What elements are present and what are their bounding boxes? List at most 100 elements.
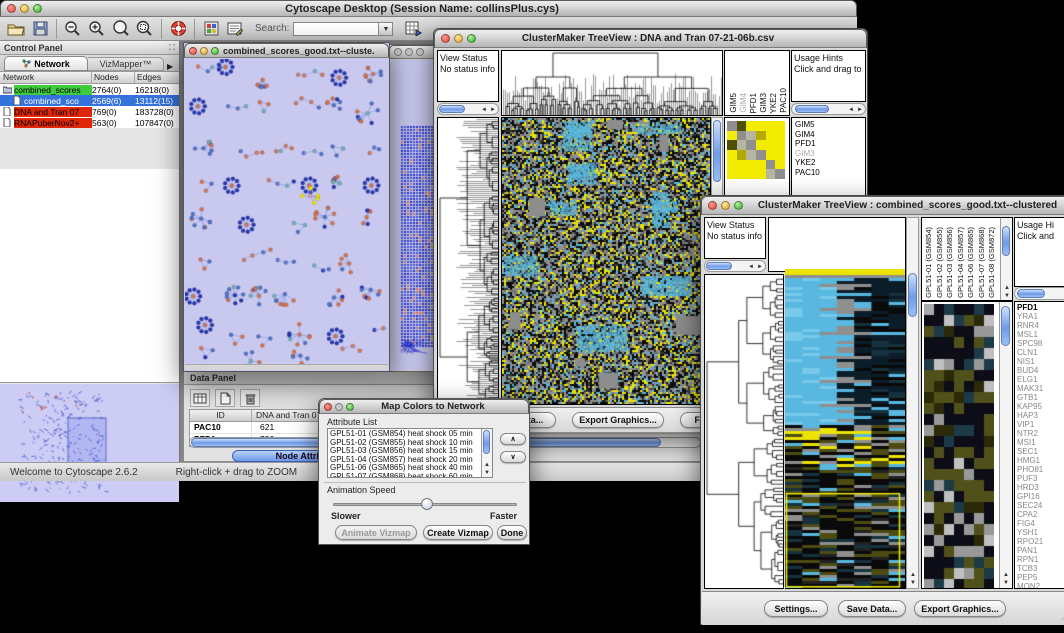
- tv2-row-dendrogram[interactable]: [704, 274, 784, 589]
- tv2-gene-label[interactable]: HAP3: [1017, 411, 1064, 420]
- tv2-gene-label[interactable]: YSH1: [1017, 528, 1064, 537]
- minimize-icon[interactable]: [405, 48, 413, 56]
- tv1-column-label[interactable]: GIM5: [729, 93, 738, 113]
- tv2-column-label[interactable]: GPL51-01 (GSM854): [924, 227, 933, 298]
- window-controls[interactable]: [1, 4, 48, 13]
- col-nodes[interactable]: Nodes: [92, 72, 135, 83]
- zoom-window-icon[interactable]: [211, 47, 219, 55]
- matrix-cell[interactable]: [775, 169, 785, 179]
- tv2-gene-label[interactable]: SEC24: [1017, 501, 1064, 510]
- attribute-list-vscrollbar[interactable]: ▲▼: [481, 429, 492, 477]
- tv1-gene-label[interactable]: GIM5: [795, 120, 862, 130]
- tv1-status-hscrollbar[interactable]: ◄►: [437, 103, 499, 115]
- matrix-cell[interactable]: [737, 150, 747, 160]
- zoom-window-icon[interactable]: [416, 48, 424, 56]
- birdseye-panel[interactable]: [0, 384, 179, 502]
- matrix-cell[interactable]: [727, 150, 737, 160]
- matrix-cell[interactable]: [766, 121, 776, 131]
- network-list-item[interactable]: combined_sco2569(6)13112(15): [0, 95, 179, 106]
- matrix-cell[interactable]: [737, 121, 747, 131]
- data-col-id[interactable]: ID: [190, 410, 252, 421]
- tv2-gene-label[interactable]: NIS1: [1017, 357, 1064, 366]
- matrix-cell[interactable]: [727, 160, 737, 170]
- matrix-cell[interactable]: [727, 121, 737, 131]
- tv1-column-label[interactable]: PAC10: [779, 88, 788, 113]
- tv1-column-label[interactable]: GIM4: [739, 93, 748, 113]
- tv2-gene-label[interactable]: HRD3: [1017, 483, 1064, 492]
- tv2-zoom-heatmap[interactable]: ▲▼: [921, 301, 1013, 589]
- attribute-table-icon[interactable]: [401, 18, 425, 40]
- tv2-gene-label[interactable]: PHO81: [1017, 465, 1064, 474]
- tv2-gene-label[interactable]: NTR2: [1017, 429, 1064, 438]
- matrix-cell[interactable]: [737, 160, 747, 170]
- matrix-cell[interactable]: [756, 150, 766, 160]
- tv1-gene-label[interactable]: PFD1: [795, 139, 862, 149]
- minimize-icon[interactable]: [20, 4, 29, 13]
- matrix-cell[interactable]: [756, 169, 766, 179]
- tv1-gene-label[interactable]: YKE2: [795, 158, 862, 168]
- minimize-icon[interactable]: [200, 47, 208, 55]
- matrix-cell[interactable]: [766, 140, 776, 150]
- close-icon[interactable]: [324, 403, 332, 411]
- attribute-select-icon[interactable]: [190, 389, 210, 407]
- tv1-hints-hscrollbar[interactable]: ◄►: [791, 103, 866, 115]
- tv2-heatmap[interactable]: [785, 217, 906, 589]
- matrix-cell[interactable]: [756, 131, 766, 141]
- zoom-window-icon[interactable]: [734, 201, 743, 210]
- birdseye-canvas[interactable]: [0, 384, 179, 502]
- tv2-gene-label[interactable]: PFD1: [1017, 303, 1064, 312]
- tv1-gene-label[interactable]: GIM3: [795, 149, 862, 159]
- tv2-gene-label[interactable]: MAK31: [1017, 384, 1064, 393]
- network-canvas[interactable]: [185, 59, 388, 365]
- matrix-cell[interactable]: [775, 131, 785, 141]
- matrix-cell[interactable]: [766, 131, 776, 141]
- network-list-item[interactable]: DNA and Tran 07769(0)183728(0): [0, 106, 179, 117]
- matrix-cell[interactable]: [746, 131, 756, 141]
- tv1-column-label[interactable]: YKE2: [769, 93, 778, 113]
- tv2-column-label[interactable]: GPL51-08 (GSM872): [987, 227, 996, 298]
- tv2-gene-label[interactable]: PEP5: [1017, 573, 1064, 582]
- matrix-cell[interactable]: [775, 121, 785, 131]
- matrix-cell[interactable]: [756, 121, 766, 131]
- main-title-bar[interactable]: Cytoscape Desktop (Session Name: collins…: [0, 0, 857, 17]
- tv2-gene-label[interactable]: RPN1: [1017, 555, 1064, 564]
- tv2-column-label[interactable]: GPL51-04 (GSM857): [956, 227, 965, 298]
- matrix-cell[interactable]: [775, 160, 785, 170]
- tv2-column-labels[interactable]: GPL51-01 (GSM854)GPL51-02 (GSM855)GPL51-…: [921, 217, 1013, 301]
- matrix-cell[interactable]: [727, 131, 737, 141]
- tab-network[interactable]: Network: [4, 56, 88, 71]
- tv2-gene-label[interactable]: SPC98: [1017, 339, 1064, 348]
- tv2-gene-label[interactable]: TCB3: [1017, 564, 1064, 573]
- tv2-gene-label[interactable]: MSI1: [1017, 438, 1064, 447]
- tv2-save-data-button[interactable]: Save Data...: [838, 600, 906, 617]
- tab-vizmapper[interactable]: VizMapper™: [88, 57, 164, 71]
- minimize-icon[interactable]: [454, 34, 463, 43]
- tv1-column-label[interactable]: GIM3: [759, 93, 768, 113]
- tv2-hints-hscrollbar[interactable]: [1014, 287, 1064, 300]
- tv2-gene-label[interactable]: RPO21: [1017, 537, 1064, 546]
- matrix-cell[interactable]: [756, 160, 766, 170]
- matrix-cell[interactable]: [737, 169, 747, 179]
- matrix-cell[interactable]: [766, 160, 776, 170]
- zoom-window-icon[interactable]: [467, 34, 476, 43]
- open-folder-icon[interactable]: [4, 18, 28, 40]
- tv2-status-hscrollbar[interactable]: ◄►: [704, 260, 766, 272]
- network-window-front[interactable]: combined_scores_good.txt--cluste...: [183, 42, 390, 372]
- tv1-row-dendrogram[interactable]: [437, 117, 499, 405]
- col-edges[interactable]: Edges: [135, 72, 179, 83]
- network-list-item[interactable]: combined_scores2764(0)16218(0): [0, 84, 179, 95]
- network-list-item[interactable]: RNAPuberNov2+563(0)107847(0): [0, 117, 179, 128]
- tv2-gene-label[interactable]: PAN1: [1017, 546, 1064, 555]
- minimize-icon[interactable]: [335, 403, 343, 411]
- tv2-export-graphics-button[interactable]: Export Graphics...: [914, 600, 1006, 617]
- float-panel-icon[interactable]: ⛶: [169, 43, 175, 53]
- tv2-heatmap-vscrollbar[interactable]: ▲▼: [906, 217, 919, 589]
- annotation-icon[interactable]: [223, 18, 247, 40]
- attribute-list-item[interactable]: GPL51-07 (GSM868) heat shock 60 min: [330, 473, 490, 478]
- matrix-cell[interactable]: [746, 160, 756, 170]
- help-lifering-icon[interactable]: [166, 18, 190, 40]
- tv2-gene-label[interactable]: BUD4: [1017, 366, 1064, 375]
- delete-attribute-icon[interactable]: [240, 389, 260, 407]
- slider-thumb[interactable]: [421, 498, 433, 510]
- tv1-heatmap[interactable]: [501, 117, 711, 405]
